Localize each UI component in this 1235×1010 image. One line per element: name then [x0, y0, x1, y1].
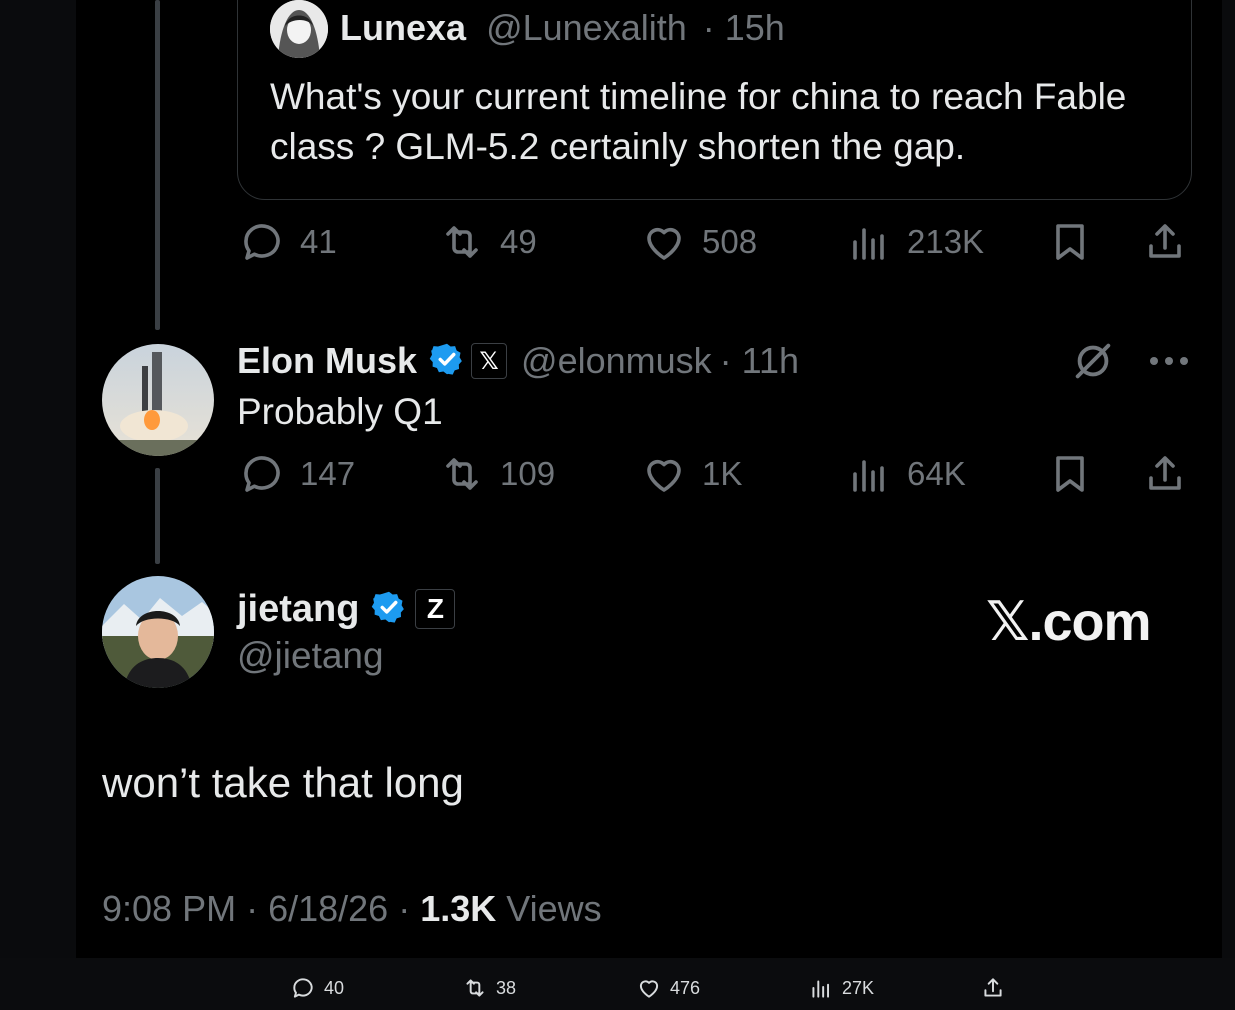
bottom-reply-count: 40: [324, 977, 345, 998]
reply-text: Probably Q1: [237, 391, 443, 432]
bookmark-icon: [1056, 224, 1084, 260]
quoted-avatar[interactable]: [270, 0, 328, 58]
like-count: 1K: [702, 455, 743, 492]
share-icon: [1149, 224, 1181, 258]
main-text: won’t take that long: [102, 759, 464, 806]
views-chart-icon: [853, 460, 884, 492]
quoted-avatar-image: [270, 0, 328, 58]
share-icon: [1149, 456, 1181, 490]
bookmark-icon: [1056, 456, 1084, 492]
thread-line-top: [155, 0, 160, 330]
post-views-count: 1.3K: [420, 888, 497, 929]
bookmark-button[interactable]: [1046, 218, 1108, 266]
share-button[interactable]: [1141, 450, 1203, 498]
reply-button[interactable]: 147: [238, 450, 355, 498]
bottom-views-button[interactable]: 27K: [808, 975, 874, 1001]
views-chart-icon: [812, 980, 830, 998]
reply-icon: [244, 456, 280, 492]
heart-icon: [647, 227, 681, 260]
verified-badge-icon[interactable]: [429, 341, 465, 382]
post-time[interactable]: 9:08 PM: [102, 888, 236, 929]
share-button[interactable]: [1141, 218, 1203, 266]
reply-time[interactable]: · 11h: [720, 340, 799, 382]
quoted-author-name[interactable]: Lunexa: [340, 7, 466, 48]
x-com-brand: 𝕏.com: [986, 592, 1152, 652]
quoted-actions-bar: 41 49 508 213K: [0, 218, 1235, 278]
reply-count: 147: [300, 455, 356, 492]
reply-button[interactable]: 41: [238, 218, 337, 266]
bottom-repost-count: 38: [496, 977, 517, 998]
repost-icon: [446, 226, 478, 258]
post-date[interactable]: 6/18/26: [268, 888, 388, 929]
repost-icon: [446, 458, 478, 490]
repost-count: 109: [500, 455, 556, 492]
rocket-launch-image: [102, 344, 214, 456]
bottom-share-button[interactable]: [980, 975, 1014, 1001]
bottom-like-count: 476: [670, 977, 701, 998]
reply-icon: [293, 978, 313, 998]
bottom-like-button[interactable]: 476: [636, 975, 700, 1001]
bottom-views-count: 27K: [842, 977, 875, 998]
like-button[interactable]: 508: [640, 218, 757, 266]
repost-count: 49: [500, 223, 537, 260]
reply-count: 41: [300, 223, 337, 260]
x-affiliation-badge[interactable]: 𝕏: [471, 343, 508, 379]
reply-avatar[interactable]: [102, 344, 214, 456]
grok-icon[interactable]: [1070, 338, 1116, 389]
share-icon: [984, 978, 1002, 997]
post-metadata: 9:08 PM · 6/18/26 · 1.3K Views: [102, 888, 602, 929]
repost-button[interactable]: 109: [438, 450, 555, 498]
quoted-header: Lunexa @Lunexalith · 15h: [340, 6, 785, 50]
main-author-name[interactable]: jietang: [237, 588, 359, 631]
quoted-text: What's your current timeline for china t…: [270, 76, 1127, 167]
bottom-action-bar: [0, 958, 1235, 1010]
quoted-time[interactable]: · 15h: [703, 7, 785, 48]
views-button[interactable]: 64K: [845, 450, 966, 498]
heart-icon: [647, 459, 681, 492]
verified-badge-icon[interactable]: [371, 589, 407, 630]
post-views-label: Views: [506, 888, 602, 929]
reply-header: Elon Musk 𝕏 @elonmusk · 11h: [237, 338, 799, 384]
reply-actions-bar: 147 109 1K 64K: [0, 450, 1235, 510]
profile-photo-image: [102, 576, 214, 688]
main-header: jietang Z: [237, 586, 456, 632]
like-button[interactable]: 1K: [640, 450, 742, 498]
reply-author-name[interactable]: Elon Musk: [237, 340, 417, 382]
bottom-repost-button[interactable]: 38: [462, 975, 516, 1001]
bookmark-button[interactable]: [1046, 450, 1108, 498]
more-options-icon[interactable]: [1146, 346, 1192, 381]
like-count: 508: [702, 223, 758, 260]
z-affiliation-badge[interactable]: Z: [415, 589, 456, 629]
repost-icon: [466, 979, 484, 997]
views-button[interactable]: 213K: [845, 218, 984, 266]
heart-icon: [639, 980, 659, 998]
repost-button[interactable]: 49: [438, 218, 537, 266]
bottom-reply-button[interactable]: 40: [290, 975, 344, 1001]
views-count: 213K: [907, 223, 985, 260]
main-avatar[interactable]: [102, 576, 214, 688]
quoted-author-handle[interactable]: @Lunexalith: [486, 7, 687, 48]
views-count: 64K: [907, 455, 966, 492]
reply-icon: [244, 224, 280, 260]
main-author-handle[interactable]: @jietang: [237, 634, 384, 678]
views-chart-icon: [853, 228, 884, 260]
reply-author-handle[interactable]: @elonmusk: [521, 340, 712, 382]
